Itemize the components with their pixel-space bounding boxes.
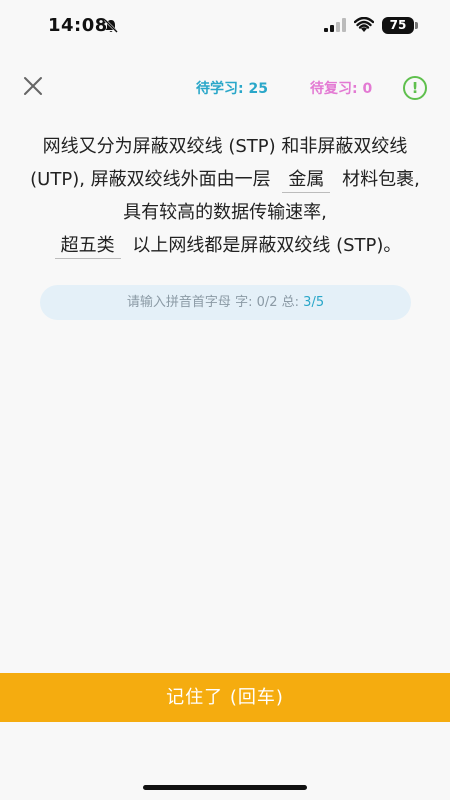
home-indicator[interactable] — [143, 785, 307, 790]
answer-blank-1: 金属 — [282, 168, 331, 193]
battery-nub — [415, 22, 418, 29]
remember-button[interactable]: 记住了 (回车) — [0, 673, 450, 722]
total-label: 总: — [281, 295, 300, 310]
passage-text: 网线又分为屏蔽双绞线 (STP) 和非屏蔽双绞线 (UTP), 屏蔽双绞线外面由… — [20, 130, 430, 262]
char-progress: 字: 0/2 — [235, 295, 278, 310]
battery-icon: 75 — [382, 17, 414, 34]
pinyin-input[interactable]: 请输入拼音首字母 字: 0/2 总: 3/5 — [40, 285, 411, 320]
wifi-icon — [354, 17, 374, 32]
input-placeholder: 请输入拼音首字母 — [126, 295, 231, 310]
to-learn-counter: 待学习: 25 — [196, 81, 268, 97]
answer-blank-2: 超五类 — [54, 234, 121, 259]
bell-off-icon — [104, 19, 118, 33]
total-progress: 3/5 — [303, 295, 325, 310]
alert-icon[interactable]: ! — [403, 76, 427, 100]
close-icon[interactable] — [20, 73, 46, 99]
status-bar: 14:08 75 — [0, 0, 450, 54]
to-review-counter: 待复习: 0 — [310, 81, 373, 97]
status-time: 14:08 — [48, 15, 108, 36]
passage-part-3: 以上网线都是屏蔽双绞线 (STP)。 — [132, 235, 402, 256]
cellular-signal-icon — [324, 18, 346, 32]
